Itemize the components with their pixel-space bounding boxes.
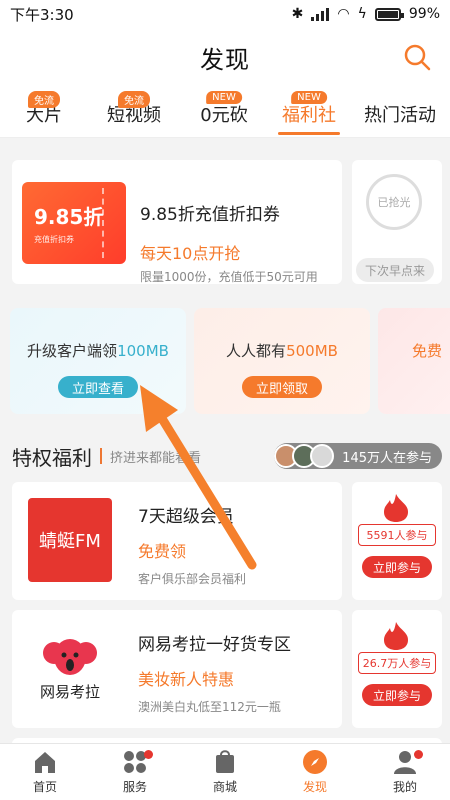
nav-label: 发现 xyxy=(302,780,327,794)
tab-badge: 免流 xyxy=(118,91,150,108)
privilege-title: 7天超级会员 xyxy=(138,507,234,527)
tab-label: 福利社 xyxy=(282,105,336,126)
upgrade-text: 人人都有500MB xyxy=(226,342,338,360)
header: 发现 xyxy=(0,28,450,86)
content-scroll[interactable]: 9.85折 充值折扣券 9.85折充值折扣券 每天10点开抢 限量1000份，充… xyxy=(0,138,450,743)
free-card-partial[interactable]: 免费 xyxy=(378,308,450,414)
compass-icon xyxy=(303,750,327,774)
section-divider xyxy=(100,448,102,464)
flame-icon xyxy=(384,494,408,522)
notification-dot xyxy=(144,750,153,759)
participants-count: 145万人在参与 xyxy=(342,450,432,466)
bottom-nav: 首页 服务 商城 发现 我的 xyxy=(0,743,450,800)
privilege-card-kaola[interactable]: 网易考拉 网易考拉一好货专区 美妆新人特惠 澳洲美白丸低至112元一瓶 xyxy=(12,610,342,728)
nav-shop[interactable]: 商城 xyxy=(180,744,270,800)
qingting-logo: 蜻蜓FM xyxy=(28,498,112,582)
bluetooth-icon: ✱ xyxy=(291,6,304,22)
tab-label: 0元砍 xyxy=(200,105,248,126)
nav-label: 首页 xyxy=(32,780,57,794)
logo-text: 蜻蜓FM xyxy=(39,531,101,552)
coupon-card[interactable]: 9.85折 充值折扣券 9.85折充值折扣券 每天10点开抢 限量1000份，充… xyxy=(12,160,342,284)
claim-now-button[interactable]: 立即领取 xyxy=(241,376,323,398)
join-card: 26.7万人参与 立即参与 xyxy=(352,610,442,728)
coupon-limit: 限量1000份，充值低于50元可用 xyxy=(140,270,318,284)
coupon-title: 9.85折充值折扣券 xyxy=(140,205,280,225)
nav-discover[interactable]: 发现 xyxy=(270,744,360,800)
tab-short-video[interactable]: 免流 短视频 xyxy=(88,86,180,137)
upgrade-highlight: 100MB xyxy=(117,342,169,360)
privilege-title: 网易考拉一好货专区 xyxy=(138,635,291,655)
join-count: 5591人参与 xyxy=(358,524,436,546)
join-button[interactable]: 立即参与 xyxy=(362,684,432,706)
battery-percent: 99% xyxy=(408,6,440,22)
privilege-desc: 客户俱乐部会员福利 xyxy=(138,572,247,586)
upgrade-highlight: 500MB xyxy=(286,342,338,360)
battery-icon xyxy=(374,7,404,21)
view-now-button[interactable]: 立即查看 xyxy=(57,376,139,398)
section-subtitle: 挤进来都能看看 xyxy=(110,450,202,466)
tab-badge: NEW xyxy=(206,91,242,104)
section-title: 特权福利 xyxy=(12,445,92,470)
sold-out-card: 已抢光 下次早点来 xyxy=(352,160,442,284)
join-button[interactable]: 立即参与 xyxy=(362,556,432,578)
upgrade-text: 升级客户端领100MB xyxy=(27,342,169,360)
coupon-image-text: 9.85折 xyxy=(34,205,104,229)
tab-welfare[interactable]: NEW 福利社 xyxy=(268,86,350,137)
tab-bar: 免流 大片 免流 短视频 NEW 0元砍 NEW 福利社 热门活动 xyxy=(0,86,450,138)
status-bar: 下午3:30 ✱ ◠ ϟ 99% xyxy=(0,0,450,28)
nav-home[interactable]: 首页 xyxy=(0,744,90,800)
charging-icon: ϟ xyxy=(357,6,367,22)
wifi-icon: ◠ xyxy=(337,6,350,22)
nav-label: 我的 xyxy=(392,780,417,794)
nav-services[interactable]: 服务 xyxy=(90,744,180,800)
tab-zero-yuan[interactable]: NEW 0元砍 xyxy=(180,86,268,137)
logo-text: 网易考拉 xyxy=(39,682,100,701)
tab-hot-events[interactable]: 热门活动 xyxy=(350,86,450,137)
kaola-logo: 网易考拉 xyxy=(28,626,112,710)
upgrade-client-card[interactable]: 升级客户端领100MB 立即查看 xyxy=(10,308,186,414)
join-card: 5591人参与 立即参与 xyxy=(352,482,442,600)
next-time-button[interactable]: 下次早点来 xyxy=(356,258,434,282)
privilege-subtitle: 美妆新人特惠 xyxy=(138,670,235,689)
flame-icon xyxy=(384,622,408,650)
nav-label: 商城 xyxy=(212,780,237,794)
privilege-section-header: 特权福利 挤进来都能看看 145万人在参与 xyxy=(12,438,442,474)
home-icon xyxy=(35,752,55,773)
tab-badge: NEW xyxy=(291,91,327,104)
tab-label: 热门活动 xyxy=(364,105,436,126)
status-time: 下午3:30 xyxy=(10,5,74,24)
participants-pill[interactable]: 145万人在参与 xyxy=(274,443,442,469)
tab-badge: 免流 xyxy=(28,91,60,108)
join-count: 26.7万人参与 xyxy=(358,652,436,674)
upgrade-text: 免费 xyxy=(412,342,443,360)
sold-out-badge: 已抢光 xyxy=(366,174,422,230)
shop-icon xyxy=(216,750,234,773)
notification-dot xyxy=(414,750,423,759)
page-title: 发现 xyxy=(200,45,250,74)
sold-out-text: 已抢光 xyxy=(377,196,411,209)
search-icon[interactable] xyxy=(402,42,432,72)
koala-icon xyxy=(43,638,97,675)
coupon-image: 9.85折 充值折扣券 xyxy=(22,182,126,264)
nav-profile[interactable]: 我的 xyxy=(360,744,450,800)
tab-dapian[interactable]: 免流 大片 xyxy=(0,86,88,137)
privilege-card-qingting[interactable]: 蜻蜓FM 7天超级会员 免费领 客户俱乐部会员福利 xyxy=(12,482,342,600)
status-icons: ✱ ◠ ϟ 99% xyxy=(292,6,440,22)
privilege-desc: 澳洲美白丸低至112元一瓶 xyxy=(138,700,281,714)
coupon-image-caption: 充值折扣券 xyxy=(34,235,74,244)
nav-label: 服务 xyxy=(122,780,147,794)
signal-icon xyxy=(311,7,330,21)
avatar xyxy=(310,444,335,468)
coupon-subtitle: 每天10点开抢 xyxy=(140,244,241,263)
everyone-gets-card[interactable]: 人人都有500MB 立即领取 xyxy=(194,308,370,414)
privilege-subtitle: 免费领 xyxy=(138,542,187,561)
